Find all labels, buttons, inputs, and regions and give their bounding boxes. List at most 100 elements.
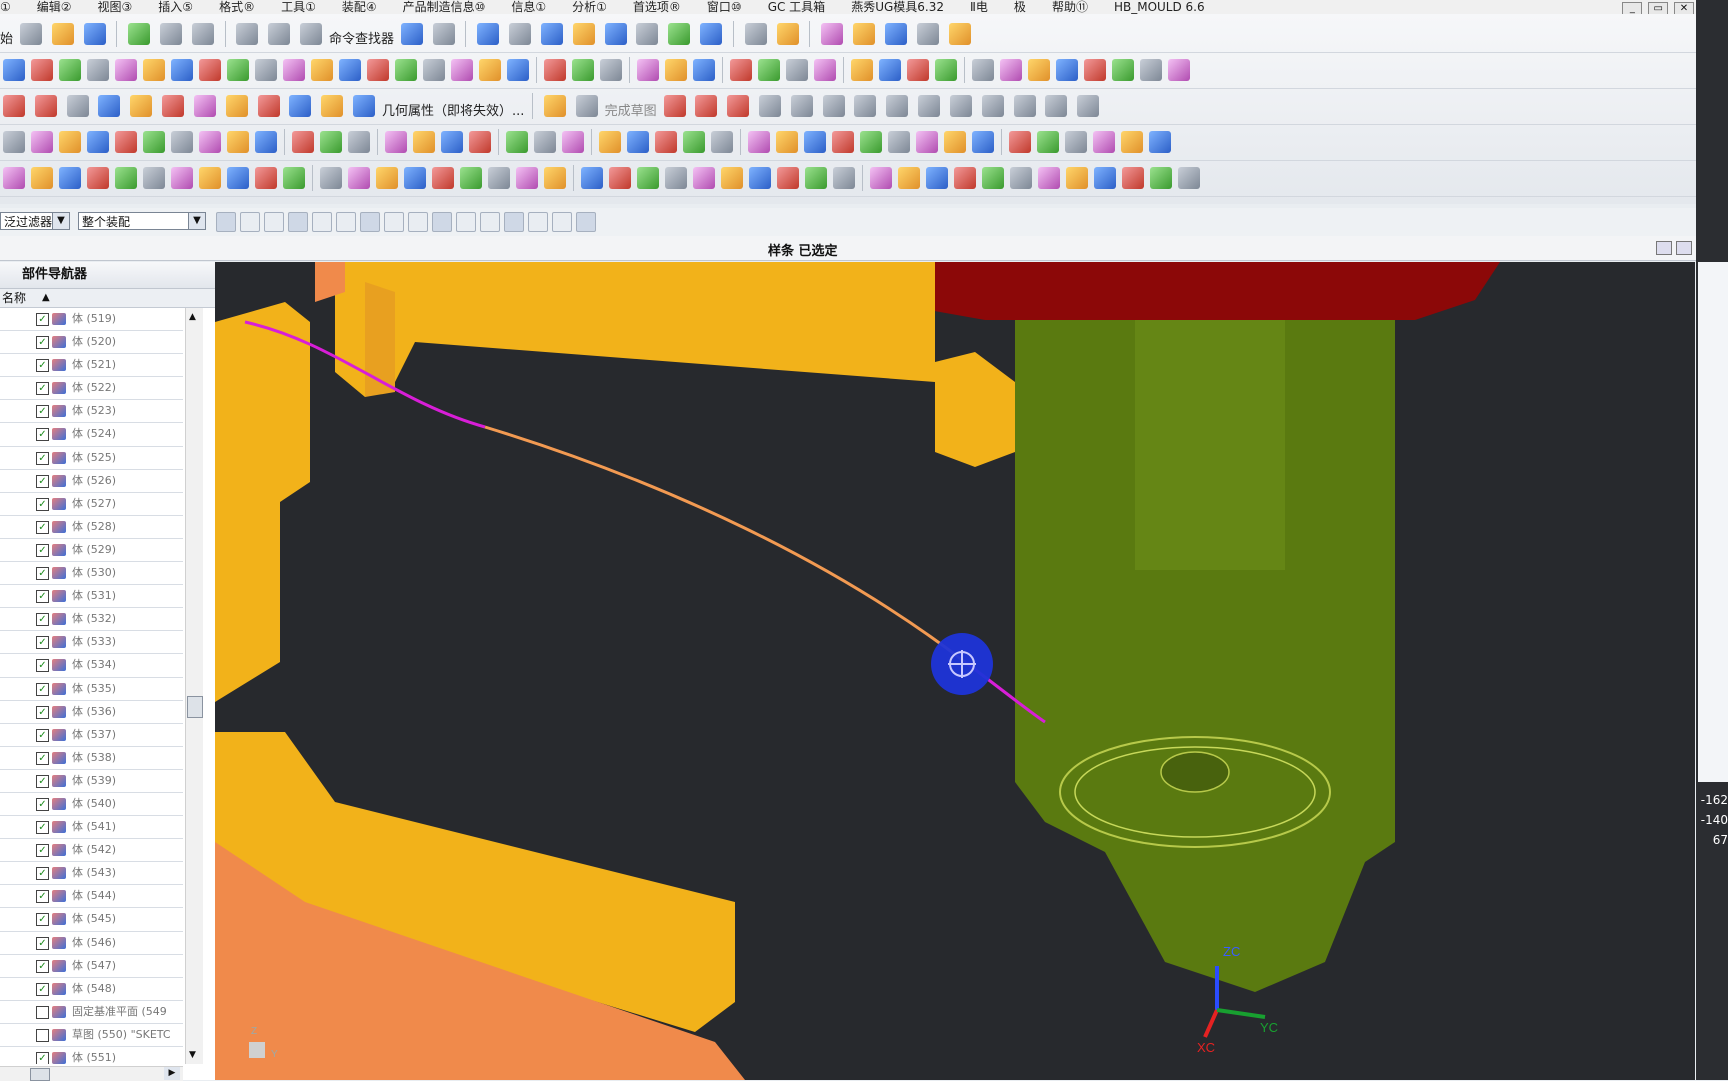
constraint-tool-icon[interactable] xyxy=(3,131,25,153)
navigator-row[interactable]: ✓ 体 (540) xyxy=(0,793,183,817)
surface-tool-icon[interactable] xyxy=(395,59,417,81)
surface-tool-icon[interactable] xyxy=(171,59,193,81)
mould-tool-icon[interactable] xyxy=(1094,167,1116,189)
constraint-tool-icon[interactable] xyxy=(683,131,705,153)
scroll-down-icon[interactable]: ▼ xyxy=(189,1050,196,1060)
menu-item[interactable]: 燕秀UG模具6.32 xyxy=(851,1,944,13)
surface-tool-icon[interactable] xyxy=(1056,59,1078,81)
visibility-checkbox[interactable]: ✓ xyxy=(36,705,49,719)
mould-tool-icon[interactable] xyxy=(255,167,277,189)
navigator-row[interactable]: ✓ 体 (537) xyxy=(0,724,183,747)
open-folder-icon[interactable] xyxy=(51,23,74,45)
visibility-checkbox[interactable] xyxy=(36,1028,49,1042)
visibility-checkbox[interactable]: ✓ xyxy=(36,520,49,534)
menu-item[interactable]: HB_MOULD 6.6 xyxy=(1114,1,1205,13)
render-style-icon[interactable] xyxy=(509,23,532,45)
navigator-row[interactable]: ✓ 体 (539) xyxy=(0,770,183,793)
mould-tool-icon[interactable] xyxy=(1066,167,1088,189)
mould-tool-icon[interactable] xyxy=(404,167,426,189)
surface-tool-icon[interactable] xyxy=(367,59,389,81)
constraint-tool-icon[interactable] xyxy=(255,131,277,153)
constraint-tool-icon[interactable] xyxy=(804,131,826,153)
navigator-row[interactable]: ✓ 体 (534) xyxy=(0,654,183,678)
constraint-tool-icon[interactable] xyxy=(143,131,165,153)
snap-mode-icon[interactable] xyxy=(504,212,524,232)
mould-tool-icon[interactable] xyxy=(665,167,687,189)
visibility-checkbox[interactable]: ✓ xyxy=(36,590,49,604)
table-icon[interactable] xyxy=(744,23,767,45)
mould-tool-icon[interactable] xyxy=(171,167,193,189)
surface-tool-icon[interactable] xyxy=(3,59,25,81)
visibility-checkbox[interactable]: ✓ xyxy=(36,636,49,650)
visibility-checkbox[interactable]: ✓ xyxy=(36,774,49,788)
mould-tool-icon[interactable] xyxy=(805,167,827,189)
visibility-checkbox[interactable]: ✓ xyxy=(36,913,49,927)
constraint-tool-icon[interactable] xyxy=(748,131,770,153)
copy-icon[interactable] xyxy=(159,23,182,45)
constraint-tool-icon[interactable] xyxy=(1121,131,1143,153)
surface-tool-icon[interactable] xyxy=(879,59,901,81)
menu-item[interactable]: 极 xyxy=(1014,1,1026,13)
mould-tool-icon[interactable] xyxy=(59,167,81,189)
finish-sketch-button[interactable]: 完成草图 xyxy=(605,100,657,119)
surface-tool-icon[interactable] xyxy=(451,59,473,81)
wcs-icon[interactable] xyxy=(776,23,799,45)
constraint-tool-icon[interactable] xyxy=(1065,131,1087,153)
mould-tool-icon[interactable] xyxy=(1038,167,1060,189)
navigator-row[interactable]: ✓ 体 (527) xyxy=(0,493,183,516)
intersect-curve-icon[interactable] xyxy=(193,95,216,117)
background-icon[interactable] xyxy=(636,23,659,45)
constraint-tool-icon[interactable] xyxy=(711,131,733,153)
mould-tool-icon[interactable] xyxy=(1010,167,1032,189)
chamfer-icon[interactable] xyxy=(822,95,845,117)
snap-mode-icon[interactable] xyxy=(264,212,284,232)
navigator-row[interactable]: ✓ 体 (542) xyxy=(0,839,183,863)
navigator-row[interactable]: ✓ 体 (519) xyxy=(0,308,183,332)
visibility-checkbox[interactable]: ✓ xyxy=(36,359,49,373)
navigator-row[interactable]: ✓ 体 (533) xyxy=(0,631,183,655)
mould-tool-icon[interactable] xyxy=(544,167,566,189)
surface-tool-icon[interactable] xyxy=(693,59,715,81)
menu-item[interactable]: 分析① xyxy=(572,1,607,13)
menu-item[interactable]: 窗口⑩ xyxy=(707,1,742,13)
mould-tool-icon[interactable] xyxy=(954,167,976,189)
selection-tool-icon[interactable] xyxy=(400,23,423,45)
mould-tool-icon[interactable] xyxy=(3,167,25,189)
visibility-checkbox[interactable]: ✓ xyxy=(36,982,49,996)
offset-curve-icon[interactable] xyxy=(98,95,121,117)
hscroll-thumb[interactable] xyxy=(30,1068,50,1081)
menu-item[interactable]: 信息① xyxy=(511,1,546,13)
surface-tool-icon[interactable] xyxy=(572,59,594,81)
mould-tool-icon[interactable] xyxy=(143,167,165,189)
navigator-row[interactable]: ✓ 体 (547) xyxy=(0,955,183,978)
navigator-row[interactable]: ✓ 体 (531) xyxy=(0,585,183,609)
surface-tool-icon[interactable] xyxy=(283,59,305,81)
snap-mode-icon[interactable] xyxy=(480,212,500,232)
menu-item[interactable]: 帮助⑪ xyxy=(1052,1,1088,13)
constraint-tool-icon[interactable] xyxy=(776,131,798,153)
visibility-checkbox[interactable]: ✓ xyxy=(36,821,49,835)
snap-mode-icon[interactable] xyxy=(288,212,308,232)
visibility-checkbox[interactable]: ✓ xyxy=(36,567,49,581)
menu-item[interactable]: 插入⑤ xyxy=(158,1,193,13)
constraint-tool-icon[interactable] xyxy=(627,131,649,153)
mould-tool-icon[interactable] xyxy=(1122,167,1144,189)
constraint-tool-icon[interactable] xyxy=(972,131,994,153)
undo-icon[interactable] xyxy=(236,23,259,45)
spline-selected[interactable] xyxy=(484,425,966,664)
menu-item[interactable]: GC 工具箱 xyxy=(768,1,826,13)
constraint-tool-icon[interactable] xyxy=(534,131,556,153)
navigator-row[interactable]: ✓ 体 (529) xyxy=(0,539,183,563)
command-finder-icon[interactable] xyxy=(300,23,323,45)
chevron-down-icon[interactable]: ▼ xyxy=(52,213,69,229)
navigator-row[interactable]: ✓ 体 (548) xyxy=(0,978,183,1001)
visibility-checkbox[interactable]: ✓ xyxy=(36,890,49,904)
snap-mode-icon[interactable] xyxy=(216,212,236,232)
menu-item[interactable]: 首选项® xyxy=(633,1,681,13)
arc-icon[interactable] xyxy=(727,95,750,117)
surface-tool-icon[interactable] xyxy=(544,59,566,81)
visibility-checkbox[interactable]: ✓ xyxy=(36,728,49,742)
mould-tool-icon[interactable] xyxy=(376,167,398,189)
dimension-icon[interactable] xyxy=(1045,95,1068,117)
navigator-row[interactable]: ✓ 体 (538) xyxy=(0,747,183,770)
